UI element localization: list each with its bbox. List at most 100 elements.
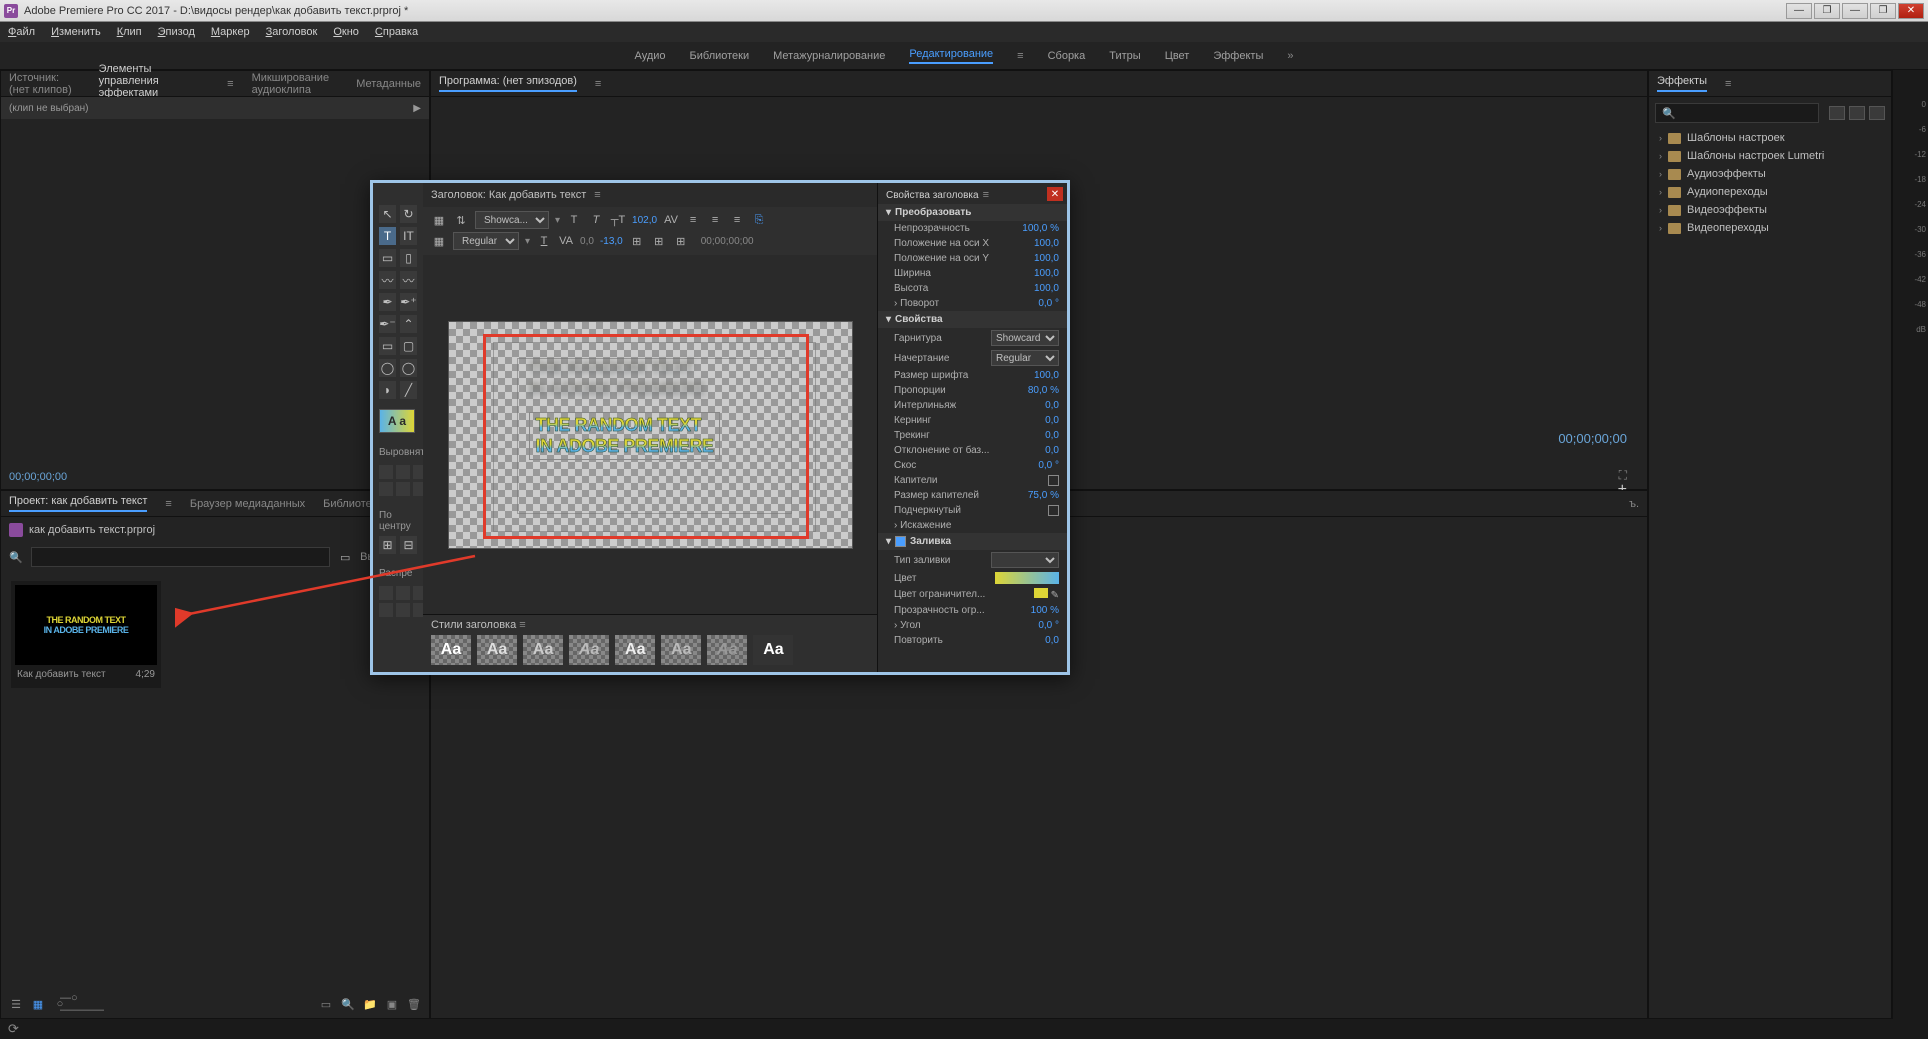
val-kerning[interactable]: 0,0 xyxy=(1045,415,1059,426)
area-type-tool[interactable]: ▭ xyxy=(379,249,396,267)
fx-filter-32bit[interactable] xyxy=(1849,106,1865,120)
effects-tab-menu[interactable]: ≡ xyxy=(1725,78,1731,90)
fx-video-effects[interactable]: ›Видеоэффекты xyxy=(1653,201,1887,219)
align-2[interactable] xyxy=(396,465,410,479)
fill-color-swatch[interactable] xyxy=(995,572,1059,584)
props-tab[interactable]: Свойства заголовка xyxy=(886,190,979,201)
tab-project[interactable]: Проект: как добавить текст xyxy=(9,495,147,512)
distribute-2[interactable]: ⊞ xyxy=(651,233,667,249)
convert-anchor-tool[interactable]: ⌃ xyxy=(400,315,417,333)
vpath-type-tool[interactable]: 〰 xyxy=(400,271,417,289)
style-6[interactable]: Aa xyxy=(661,635,701,665)
title-tab-menu[interactable]: ≡ xyxy=(594,189,600,201)
style-7[interactable]: Aa xyxy=(707,635,747,665)
font-family-select[interactable]: Showca... xyxy=(475,211,549,229)
menu-clip[interactable]: Клип xyxy=(117,26,142,38)
val-posy[interactable]: 100,0 xyxy=(1034,253,1059,264)
project-tab-menu[interactable]: ≡ xyxy=(165,498,171,510)
center-v[interactable]: ⊟ xyxy=(400,536,417,554)
align-5[interactable] xyxy=(396,482,410,496)
icon-view-icon[interactable]: ▦ xyxy=(31,997,45,1011)
menu-title[interactable]: Заголовок xyxy=(266,26,318,38)
stroke-color-swatch[interactable] xyxy=(1034,588,1048,598)
fx-audio-effects[interactable]: ›Аудиоэффекты xyxy=(1653,165,1887,183)
ws-effects[interactable]: Эффекты xyxy=(1213,50,1263,62)
style-1[interactable]: Aa xyxy=(431,635,471,665)
font-dropdown-icon[interactable]: ▾ xyxy=(555,215,560,226)
tab-stops-icon[interactable]: ⎘ xyxy=(751,212,767,228)
clip-selector[interactable]: (клип не выбран) ▶ xyxy=(1,97,429,119)
chk-smallcaps[interactable] xyxy=(1048,475,1059,486)
type-tool[interactable]: T xyxy=(379,227,396,245)
menu-help[interactable]: Справка xyxy=(375,26,418,38)
fx-filter-yuv[interactable] xyxy=(1869,106,1885,120)
chk-underline[interactable] xyxy=(1048,505,1059,516)
style-4[interactable]: Aa xyxy=(569,635,609,665)
val-width[interactable]: 100,0 xyxy=(1034,268,1059,279)
align-center-icon[interactable]: ≡ xyxy=(707,212,723,228)
ws-color[interactable]: Цвет xyxy=(1165,50,1190,62)
leading-val0[interactable]: 0,0 xyxy=(580,236,594,247)
list-view-icon[interactable]: ☰ xyxy=(9,997,23,1011)
ws-more[interactable]: » xyxy=(1287,50,1293,62)
dialog-close-button[interactable]: ✕ xyxy=(1047,187,1063,201)
inner-restore-button[interactable]: ❐ xyxy=(1870,3,1896,19)
val-fontsize[interactable]: 100,0 xyxy=(1034,370,1059,381)
style-2[interactable]: Aa xyxy=(477,635,517,665)
tab-source[interactable]: Источник: (нет клипов) xyxy=(9,72,81,96)
val-height[interactable]: 100,0 xyxy=(1034,283,1059,294)
val-tracking[interactable]: 0,0 xyxy=(1045,430,1059,441)
close-button[interactable]: ✕ xyxy=(1898,3,1924,19)
fx-lumetri-presets[interactable]: ›Шаблоны настроек Lumetri xyxy=(1653,147,1887,165)
zoom-slider[interactable]: —○———— xyxy=(75,997,89,1011)
new-item-icon[interactable]: ▣ xyxy=(385,997,399,1011)
val-repeat[interactable]: 0,0 xyxy=(1045,635,1059,646)
rotate-tool[interactable]: ↻ xyxy=(400,205,417,223)
kerning-icon[interactable]: AV xyxy=(663,212,679,228)
add-anchor-tool[interactable]: ✒⁺ xyxy=(400,293,417,311)
project-search-input[interactable] xyxy=(31,547,330,567)
bold-icon[interactable]: T xyxy=(566,212,582,228)
distribute-1[interactable]: ⊞ xyxy=(629,233,645,249)
effect-controls-menu[interactable]: ≡ xyxy=(227,78,233,90)
prop-font-family[interactable]: Showcard ... xyxy=(991,330,1059,346)
sync-icon[interactable]: ⟳ xyxy=(8,1021,19,1037)
val-slant[interactable]: 0,0 ° xyxy=(1038,460,1059,471)
project-item[interactable]: THE RANDOM TEXT IN ADOBE PREMIERE Как до… xyxy=(11,581,161,688)
style-8[interactable]: Aa xyxy=(753,635,793,665)
center-h[interactable]: ⊞ xyxy=(379,536,396,554)
underline-icon[interactable]: T xyxy=(536,233,552,249)
tab-program[interactable]: Программа: (нет эпизодов) xyxy=(439,75,577,92)
source-timecode[interactable]: 00;00;00;00 xyxy=(9,471,67,483)
tab-metadata[interactable]: Метаданные xyxy=(356,78,421,90)
dist-5[interactable] xyxy=(396,603,410,617)
fx-video-transitions[interactable]: ›Видеопереходы xyxy=(1653,219,1887,237)
fx-filter-accel[interactable] xyxy=(1829,106,1845,120)
selection-tool[interactable]: ↖ xyxy=(379,205,396,223)
style-5[interactable]: Aa xyxy=(615,635,655,665)
round-rect-tool[interactable]: ▢ xyxy=(400,337,417,355)
font-weight-select[interactable]: Regular xyxy=(453,232,519,250)
chk-fill[interactable] xyxy=(895,536,906,547)
prop-fill-type[interactable] xyxy=(991,552,1059,568)
delete-icon[interactable]: 🗑 xyxy=(407,997,421,1011)
align-1[interactable] xyxy=(379,465,393,479)
eyedropper-icon[interactable]: ✎ xyxy=(1051,590,1059,601)
dist-4[interactable] xyxy=(379,603,393,617)
tab-effects[interactable]: Эффекты xyxy=(1657,75,1707,92)
align-4[interactable] xyxy=(379,482,393,496)
templates-icon[interactable]: ▦ xyxy=(431,233,447,249)
ws-audio[interactable]: Аудио xyxy=(635,50,666,62)
val-opacity[interactable]: 100,0 % xyxy=(1022,223,1059,234)
prop-font-style[interactable]: Regular xyxy=(991,350,1059,366)
ws-libraries[interactable]: Библиотеки xyxy=(690,50,750,62)
menu-marker[interactable]: Маркер xyxy=(211,26,250,38)
title-canvas[interactable]: THE RANDOM TEXT IN ADOBE PREMIERE THE RA… xyxy=(448,321,853,549)
minimize-button[interactable]: — xyxy=(1786,3,1812,19)
val-strokeopacity[interactable]: 100 % xyxy=(1031,605,1059,616)
menu-sequence[interactable]: Эпизод xyxy=(158,26,195,38)
restore-button[interactable]: ❐ xyxy=(1814,3,1840,19)
dist-1[interactable] xyxy=(379,586,393,600)
pen-tool[interactable]: ✒ xyxy=(379,293,396,311)
val-rotation[interactable]: 0,0 ° xyxy=(1038,298,1059,309)
